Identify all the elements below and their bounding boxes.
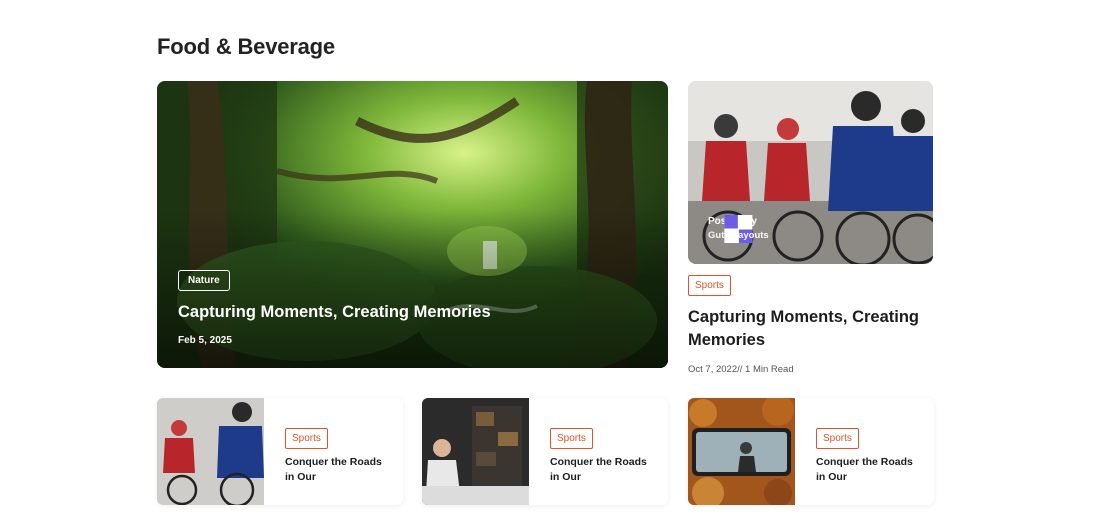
side-category-tag[interactable]: Sports (688, 275, 731, 296)
hero-post-title[interactable]: Capturing Moments, Creating Memories (178, 303, 491, 322)
mini-post-thumb (157, 398, 264, 505)
hero-post-card[interactable]: Nature Capturing Moments, Creating Memor… (157, 81, 668, 368)
mini-post-title[interactable]: Conquer the Roads in Our (285, 455, 390, 485)
section-title: Food & Beverage (157, 34, 335, 59)
side-post-meta: Oct 7, 2022// 1 Min Read (688, 364, 794, 375)
hero-category-tag[interactable]: Nature (178, 270, 230, 291)
side-post-image[interactable]: Posted By Gutenlayouts (688, 81, 933, 264)
mini-post-title[interactable]: Conquer the Roads in Our (550, 455, 655, 485)
mini-category-tag[interactable]: Sports (550, 428, 593, 449)
cyclists-thumb-image (157, 398, 264, 505)
posted-by: Posted By Gutenlayouts (708, 215, 769, 243)
autumn-phone-thumb-image (688, 398, 795, 505)
side-post-title[interactable]: Capturing Moments, Creating Memories (688, 306, 928, 352)
mini-post-card[interactable]: Sports Conquer the Roads in Our (688, 398, 934, 505)
mini-post-card[interactable]: Sports Conquer the Roads in Our (157, 398, 403, 505)
hero-overlay (157, 81, 668, 368)
hero-post-date: Feb 5, 2025 (178, 335, 232, 346)
mini-post-card[interactable]: Sports Conquer the Roads in Our (422, 398, 668, 505)
mini-category-tag[interactable]: Sports (285, 428, 328, 449)
mini-category-tag[interactable]: Sports (816, 428, 859, 449)
office-woman-thumb-image (422, 398, 529, 505)
author-name[interactable]: Gutenlayouts (708, 229, 769, 243)
mini-post-title[interactable]: Conquer the Roads in Our (816, 455, 921, 485)
mini-post-thumb (688, 398, 795, 505)
mini-post-thumb (422, 398, 529, 505)
